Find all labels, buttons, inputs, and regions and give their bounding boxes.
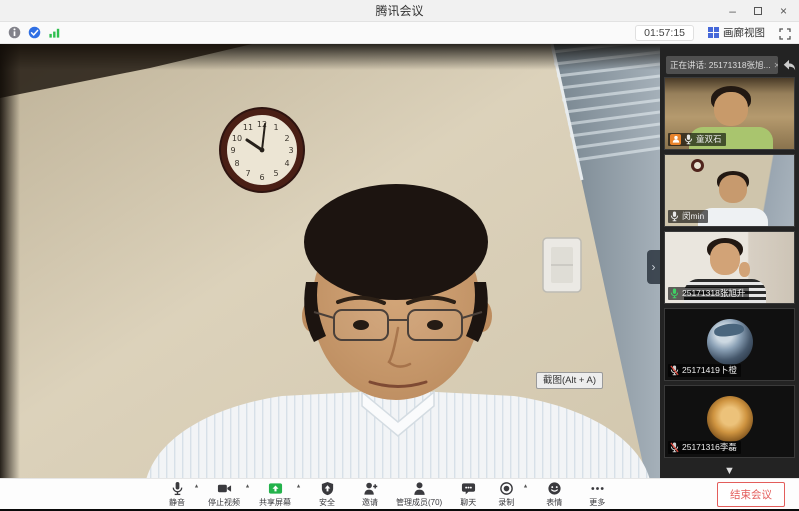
light-switch — [543, 238, 581, 292]
participant-name: 25171318张旭升 — [682, 288, 745, 299]
share-screen-button[interactable]: 共享屏幕 — [259, 479, 301, 509]
maximize-icon — [754, 7, 762, 15]
manage-members-button[interactable]: 管理成员(70) — [396, 479, 442, 509]
emoji-icon — [547, 481, 562, 496]
avatar — [707, 319, 753, 365]
invite-button[interactable]: 邀请 — [353, 479, 387, 509]
participant-name-tag: 25171419卜橙 — [668, 364, 741, 377]
protection-icon[interactable] — [28, 26, 41, 39]
record-icon — [499, 481, 514, 496]
participant-name-tag: 闵min — [668, 210, 708, 223]
screenshot-shortcut-tooltip: 截图(Alt + A) — [536, 372, 603, 389]
content-area: 1212 345 678 91011 — [0, 44, 799, 478]
close-button[interactable]: × — [780, 5, 787, 17]
topbar-status-icons — [8, 26, 61, 39]
participant-thumbnail[interactable]: 25171419卜橙 — [664, 308, 795, 381]
stop-video-button[interactable]: 停止视频 — [208, 479, 250, 509]
invite-icon — [363, 481, 378, 496]
speaking-indicator-row: 正在讲话: 25171318张旭... — [660, 56, 799, 74]
security-button[interactable]: 安全 — [310, 479, 344, 509]
banner-close-icon[interactable] — [774, 61, 778, 70]
mic-muted-icon — [670, 365, 679, 376]
share-options-caret-icon[interactable] — [295, 483, 302, 490]
participant-thumbnail[interactable]: 闵min — [664, 154, 795, 227]
topbar-view-controls: 01:57:15 画廊视图 — [635, 25, 791, 41]
mic-muted-icon — [670, 442, 679, 453]
participant-thumbnail-speaking[interactable]: 25171318张旭升 — [664, 231, 795, 304]
participant-name: 25171316李磊 — [682, 442, 737, 453]
participant-name-tag: 25171316李磊 — [668, 441, 741, 454]
svg-text:4: 4 — [284, 159, 289, 168]
mic-on-icon — [684, 134, 693, 145]
speaker-video-feed: 1212 345 678 91011 — [0, 44, 660, 478]
svg-text:5: 5 — [273, 169, 278, 178]
maximize-button[interactable] — [754, 5, 762, 17]
avatar — [707, 396, 753, 442]
mic-speaking-icon — [670, 288, 679, 299]
record-button[interactable]: 录制 — [494, 479, 528, 509]
gallery-view-label: 画廊视图 — [723, 25, 765, 40]
svg-text:2: 2 — [284, 134, 289, 143]
record-options-caret-icon[interactable] — [522, 483, 529, 490]
participant-name: 25171419卜橙 — [682, 365, 737, 376]
minimize-button[interactable]: – — [729, 5, 736, 17]
svg-text:3: 3 — [288, 146, 293, 155]
tencent-meeting-window: 腾讯会议 – × 01:57:15 画廊视图 — [0, 0, 799, 511]
svg-text:10: 10 — [232, 134, 242, 143]
more-button[interactable]: 更多 — [580, 479, 614, 509]
svg-text:8: 8 — [234, 159, 239, 168]
svg-text:11: 11 — [243, 123, 253, 132]
emoji-button[interactable]: 表情 — [537, 479, 571, 509]
svg-text:1: 1 — [273, 123, 278, 132]
participant-thumbnail[interactable]: 25171316李磊 — [664, 385, 795, 458]
camera-icon — [217, 481, 232, 496]
mic-on-icon — [670, 211, 679, 222]
more-icon — [590, 481, 605, 496]
meeting-control-bar: 静音 停止视频 共享屏幕 安全 邀请 管理成员(70) 聊天 — [0, 478, 799, 509]
svg-text:9: 9 — [230, 146, 235, 155]
end-meeting-button[interactable]: 结束会议 — [717, 482, 785, 507]
meeting-topbar: 01:57:15 画廊视图 — [0, 22, 799, 44]
svg-text:7: 7 — [245, 169, 250, 178]
window-controls: – × — [729, 5, 799, 17]
participant-name-tag: 童双石 — [668, 133, 726, 146]
share-screen-icon — [268, 481, 283, 496]
participants-sidebar: 正在讲话: 25171318张旭... — [660, 44, 799, 478]
mute-options-caret-icon[interactable] — [193, 483, 200, 490]
svg-text:6: 6 — [259, 173, 264, 182]
network-signal-icon[interactable] — [48, 26, 61, 39]
gallery-view-button[interactable]: 画廊视图 — [708, 25, 765, 40]
chat-icon — [461, 481, 476, 496]
fullscreen-icon[interactable] — [779, 27, 791, 39]
speaking-banner-text: 正在讲话: 25171318张旭... — [670, 59, 771, 71]
chat-button[interactable]: 聊天 — [451, 479, 485, 509]
participant-name: 童双石 — [696, 134, 722, 145]
collapse-list-arrow-icon[interactable] — [724, 466, 735, 477]
window-title: 腾讯会议 — [0, 2, 799, 19]
wall-clock: 1212 345 678 91011 — [219, 107, 305, 193]
titlebar: 腾讯会议 – × — [0, 0, 799, 22]
participant-name-tag: 25171318张旭升 — [668, 287, 749, 300]
meeting-info-icon[interactable] — [8, 26, 21, 39]
return-arrow-icon[interactable] — [782, 59, 796, 72]
participant-name: 闵min — [682, 211, 704, 222]
participant-thumbnail[interactable]: 童双石 — [664, 77, 795, 150]
speaking-banner: 正在讲话: 25171318张旭... — [666, 56, 778, 74]
meeting-timer: 01:57:15 — [635, 25, 694, 41]
main-speaker-video[interactable]: 1212 345 678 91011 — [0, 44, 660, 478]
mute-button[interactable]: 静音 — [165, 479, 199, 509]
mic-icon — [170, 481, 185, 496]
members-icon — [412, 481, 427, 496]
shield-icon — [320, 481, 335, 496]
video-options-caret-icon[interactable] — [244, 483, 251, 490]
host-badge-icon — [670, 134, 681, 145]
sidebar-expand-chevron-icon[interactable]: › — [647, 250, 660, 284]
gallery-grid-icon — [708, 27, 719, 38]
